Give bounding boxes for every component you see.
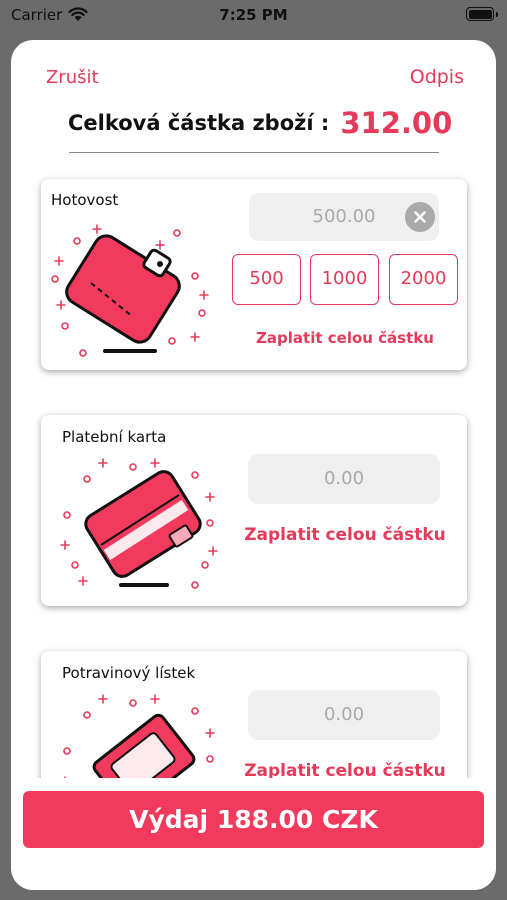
payment-sheet: Zrušit Odpis Celková částka zboží : 312.… [11,40,496,890]
quick-amount-500-button[interactable]: 500 [232,254,301,305]
cash-title: Hotovost [51,191,119,209]
cash-payment-card: Hotovost 500.00 500 1000 2000 Zaplatit c… [41,179,467,370]
issue-button[interactable]: Výdaj 188.00 CZK [23,791,484,848]
cash-pay-full-button[interactable]: Zaplatit celou částku [232,329,458,347]
total-label: Celková částka zboží : [68,111,330,135]
clock: 7:25 PM [219,6,288,24]
credit-card-icon [60,458,218,589]
card-payment-card: Platební karta 0.00 Zaplatit celou částk… [41,415,467,606]
total-row: Celková částka zboží : 312.00 [68,106,452,140]
voucher-amount-input[interactable]: 0.00 [248,690,440,740]
cancel-button[interactable]: Zrušit [46,67,99,88]
clear-icon[interactable] [405,202,435,232]
voucher-title: Potravinový lístek [62,664,196,682]
card-amount-input[interactable]: 0.00 [248,454,440,504]
wallet-icon [51,224,209,357]
quick-amount-1000-button[interactable]: 1000 [310,254,379,305]
divider [69,152,439,153]
card-pay-full-button[interactable]: Zaplatit celou částku [236,525,454,545]
battery-icon [466,7,498,21]
writeoff-button[interactable]: Odpis [410,66,464,88]
total-value: 312.00 [340,106,453,140]
quick-amount-2000-button[interactable]: 2000 [389,254,458,305]
status-bar: Carrier 7:25 PM [0,0,507,32]
card-payment-title: Platební karta [62,428,167,446]
